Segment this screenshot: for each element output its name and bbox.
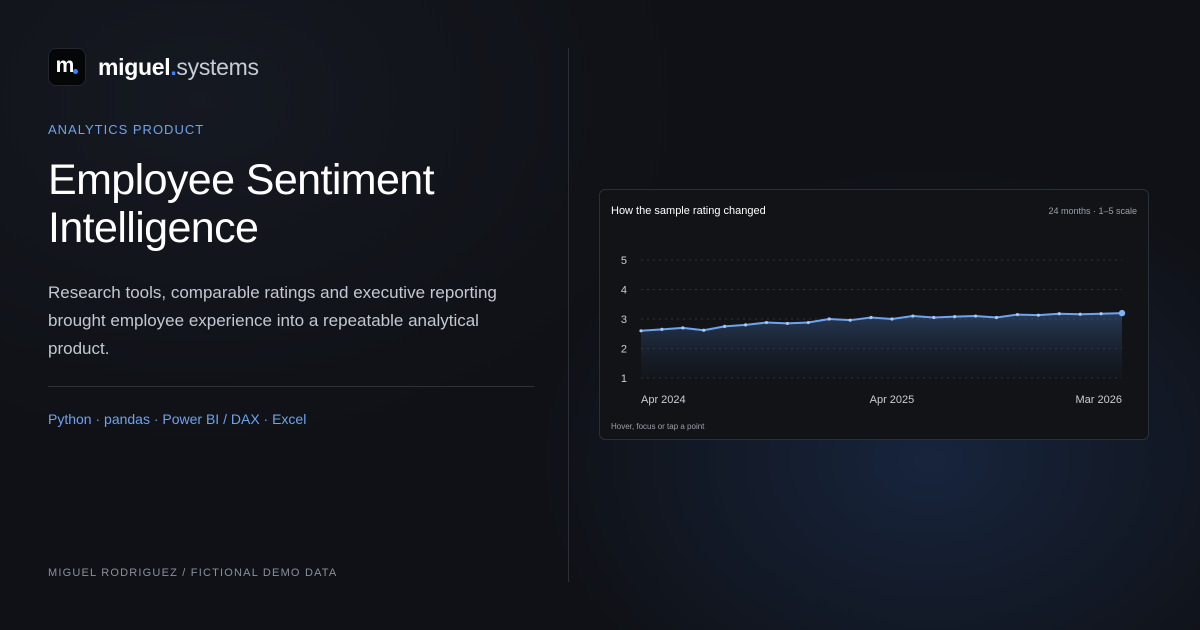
data-point[interactable]	[932, 315, 936, 320]
data-point[interactable]	[1015, 312, 1020, 317]
data-point[interactable]	[639, 329, 643, 333]
logo-letter: m	[55, 54, 75, 77]
data-point[interactable]	[743, 323, 748, 327]
horizontal-divider	[48, 386, 534, 387]
y-tick-label: 5	[621, 255, 627, 267]
y-tick-label: 3	[621, 314, 627, 326]
chart-card: How the sample rating changed 24 months …	[599, 189, 1149, 440]
y-tick-label: 2	[621, 344, 627, 356]
brand[interactable]: m miguel.systems	[48, 48, 259, 86]
data-point[interactable]	[1057, 312, 1061, 316]
data-point[interactable]	[1036, 313, 1040, 317]
data-point[interactable]	[890, 317, 894, 321]
data-point[interactable]	[1078, 312, 1082, 316]
chart-hint: Hover, focus or tap a point	[611, 422, 705, 431]
chart-svg[interactable]: 1 2 3 4 5 Apr 2024 Apr 2025 Mar 2026	[600, 190, 1148, 439]
brand-name-second: systems	[176, 53, 259, 80]
data-point[interactable]	[848, 318, 852, 322]
brand-name-first: miguel	[98, 53, 171, 80]
data-point[interactable]	[827, 317, 831, 321]
data-point[interactable]	[994, 315, 999, 320]
title-line-1: Employee Sentiment	[48, 156, 435, 204]
series-area	[641, 313, 1122, 378]
x-tick-label: Apr 2024	[641, 394, 686, 406]
data-point[interactable]	[953, 315, 957, 319]
footer-credit: MIGUEL RODRIGUEZ / FICTIONAL DEMO DATA	[48, 567, 338, 579]
title-line-2: Intelligence	[48, 204, 259, 252]
data-point[interactable]	[974, 314, 978, 318]
data-point[interactable]	[764, 320, 769, 325]
description: Research tools, comparable ratings and e…	[48, 283, 497, 358]
data-point[interactable]	[911, 314, 915, 318]
data-point[interactable]	[1118, 309, 1126, 317]
data-point[interactable]	[702, 328, 706, 332]
page-title: Employee Sentiment Intelligence	[48, 156, 548, 252]
data-point[interactable]	[785, 321, 789, 326]
x-tick-label: Apr 2025	[870, 394, 915, 406]
data-point[interactable]	[806, 320, 810, 325]
logo-icon: m	[48, 48, 86, 86]
data-point[interactable]	[660, 327, 664, 331]
data-point[interactable]	[681, 326, 685, 330]
y-tick-label: 4	[621, 285, 627, 297]
data-point[interactable]	[1099, 312, 1103, 316]
tech-tags: Python · pandas · Power BI / DAX · Excel	[48, 411, 307, 427]
eyebrow-label: ANALYTICS PRODUCT	[48, 122, 205, 137]
brand-name: miguel.systems	[98, 53, 259, 80]
y-tick-label: 1	[621, 373, 627, 385]
data-point[interactable]	[723, 324, 727, 328]
data-point[interactable]	[869, 315, 873, 320]
x-tick-label: Mar 2026	[1076, 394, 1122, 406]
vertical-divider	[568, 48, 569, 582]
logo-dot	[73, 69, 78, 74]
